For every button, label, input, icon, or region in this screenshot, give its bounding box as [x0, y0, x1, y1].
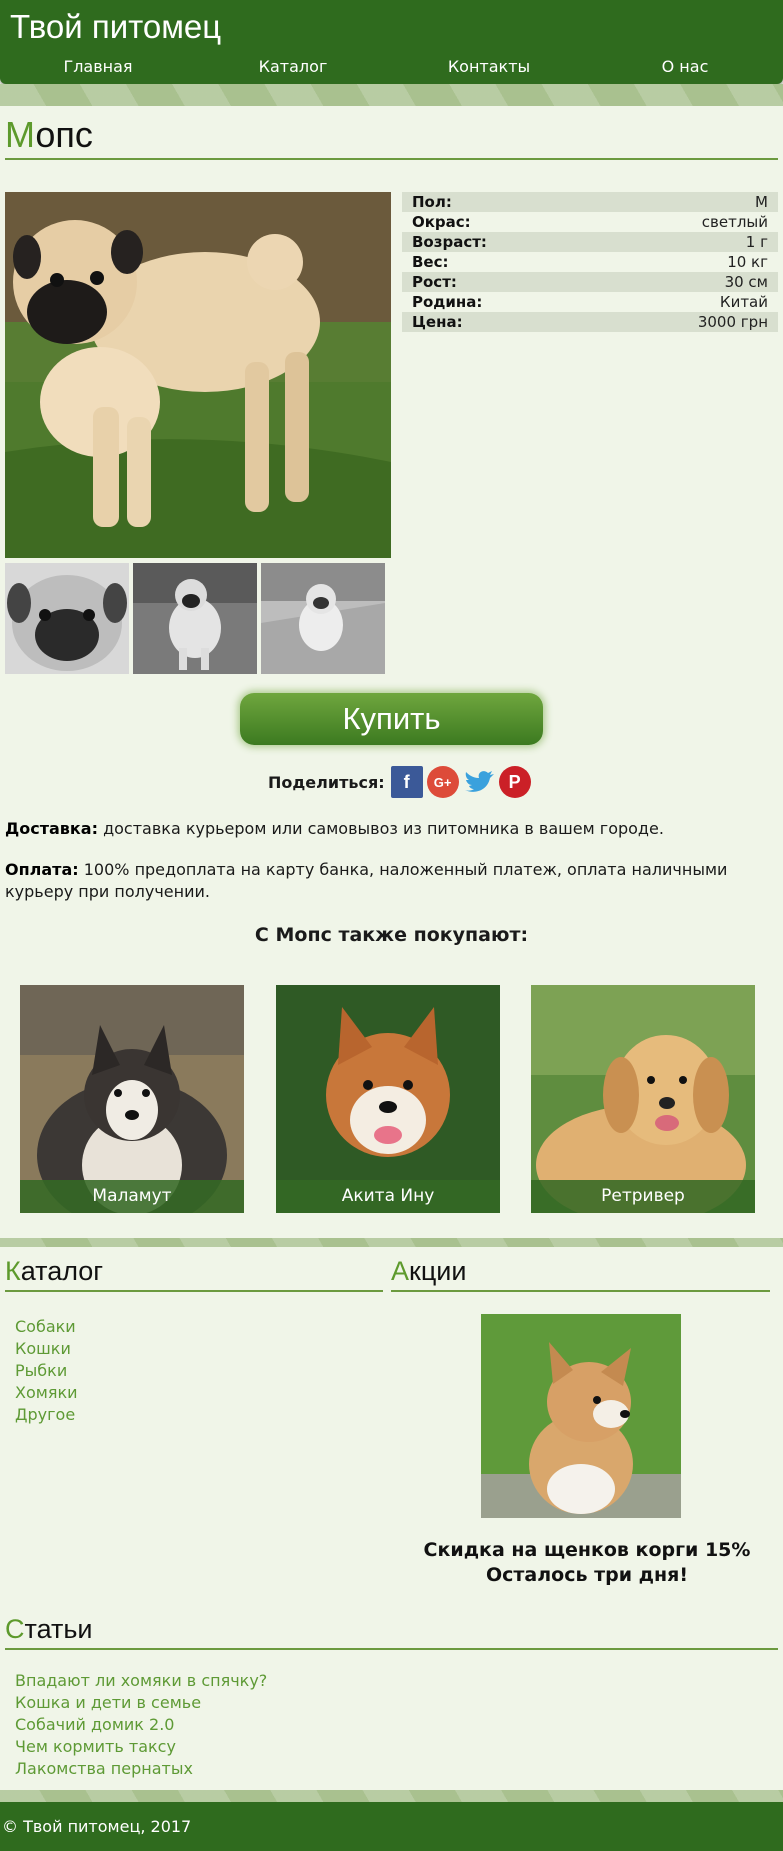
article-link-dachshund[interactable]: Чем кормить таксу: [15, 1737, 176, 1756]
articles-list: Впадают ли хомяки в спячку? Кошка и дети…: [15, 1670, 267, 1780]
article-link-cat-kids[interactable]: Кошка и дети в семье: [15, 1693, 201, 1712]
payment-info: Оплата: 100% предоплата на карту банка, …: [5, 860, 728, 901]
main-nav: Главная Каталог Контакты О нас: [0, 57, 783, 81]
spec-row-age: Возраст: 1 г: [402, 232, 778, 252]
spec-row-sex: Пол: М: [402, 192, 778, 212]
promo-image[interactable]: [481, 1314, 681, 1518]
promo-title: Акции: [391, 1256, 770, 1292]
spec-row-height: Рост: 30 см: [402, 272, 778, 292]
footer-copyright: © Твой питомец, 2017: [2, 1817, 192, 1836]
also-bought-title: С Мопс также покупают:: [254, 924, 529, 946]
product-title: Мопс: [5, 114, 778, 160]
spec-row-origin: Родина: Китай: [412, 293, 768, 311]
article-link-hamsters[interactable]: Впадают ли хомяки в спячку?: [15, 1671, 267, 1690]
spec-row-weight: Вес: 10 кг: [412, 253, 768, 271]
catalog-list: Собаки Кошки Рыбки Хомяки Другое: [15, 1316, 78, 1426]
list-item: Чем кормить таксу: [15, 1736, 267, 1758]
catalog-link-dogs[interactable]: Собаки: [15, 1317, 76, 1336]
article-link-dog-house[interactable]: Собачий домик 2.0: [15, 1715, 174, 1734]
catalog-link-hamsters[interactable]: Хомяки: [15, 1383, 78, 1402]
catalog-link-fish[interactable]: Рыбки: [15, 1361, 67, 1380]
product-specs: Пол: М Окрас: светлый Возраст: 1 г Вес: 10 к…: [402, 192, 778, 332]
promo-text: Скидка на щенков корги 15% Осталось три …: [391, 1538, 783, 1588]
site-footer: © Твой питомец, 2017: [0, 1802, 783, 1851]
delivery-info: Доставка: доставка курьером или самовыво…: [5, 819, 664, 838]
list-item: Впадают ли хомяки в спячку?: [15, 1670, 267, 1692]
product-thumb-1[interactable]: [5, 563, 129, 674]
list-item: Кошки: [15, 1338, 78, 1360]
also-bought-card-malamute[interactable]: Маламут: [20, 985, 244, 1213]
decorative-band-bottom: [0, 1790, 783, 1802]
google-plus-icon[interactable]: G+: [426, 766, 459, 798]
nav-catalog[interactable]: Каталог: [259, 57, 328, 76]
pinterest-icon[interactable]: P: [498, 766, 531, 798]
twitter-icon[interactable]: [463, 766, 495, 798]
product-thumb-2[interactable]: [133, 563, 257, 674]
share-bar: Поделиться: f G+ P: [268, 765, 531, 799]
list-item: Другое: [15, 1404, 78, 1426]
list-item: Рыбки: [15, 1360, 78, 1382]
facebook-icon[interactable]: f: [390, 766, 423, 798]
nav-home[interactable]: Главная: [63, 57, 132, 76]
catalog-link-cats[interactable]: Кошки: [15, 1339, 71, 1358]
site-header: Твой питомец Главная Каталог Контакты О …: [0, 0, 783, 84]
list-item: Хомяки: [15, 1382, 78, 1404]
catalog-link-other[interactable]: Другое: [15, 1405, 75, 1424]
share-label: Поделиться:: [268, 772, 385, 792]
spec-row-color: Окрас: светлый: [412, 213, 768, 231]
site-title[interactable]: Твой питомец: [10, 8, 221, 46]
articles-title: Статьи: [5, 1614, 778, 1650]
nav-contacts[interactable]: Контакты: [448, 57, 530, 76]
list-item: Кошка и дети в семье: [15, 1692, 267, 1714]
also-bought-card-retriever[interactable]: Ретривер: [531, 985, 755, 1213]
promo-line-2: Осталось три дня!: [486, 1564, 688, 1586]
decorative-band-top: [0, 84, 783, 106]
list-item: Собачий домик 2.0: [15, 1714, 267, 1736]
card-caption: Маламут: [20, 1180, 244, 1213]
nav-about[interactable]: О нас: [662, 57, 709, 76]
also-bought-card-akita[interactable]: Акита Ину: [276, 985, 500, 1213]
product-thumb-3[interactable]: [261, 563, 385, 674]
buy-button[interactable]: Купить: [240, 693, 543, 745]
card-caption: Акита Ину: [276, 1180, 500, 1213]
spec-row-price: Цена: 3000 грн: [402, 312, 778, 332]
product-main-photo[interactable]: [5, 192, 391, 558]
list-item: Собаки: [15, 1316, 78, 1338]
article-link-birds[interactable]: Лакомства пернатых: [15, 1759, 193, 1778]
promo-line-1: Скидка на щенков корги 15%: [423, 1539, 751, 1561]
decorative-band-middle: [0, 1238, 783, 1247]
catalog-title: Каталог: [5, 1256, 383, 1292]
list-item: Лакомства пернатых: [15, 1758, 267, 1780]
card-caption: Ретривер: [531, 1180, 755, 1213]
